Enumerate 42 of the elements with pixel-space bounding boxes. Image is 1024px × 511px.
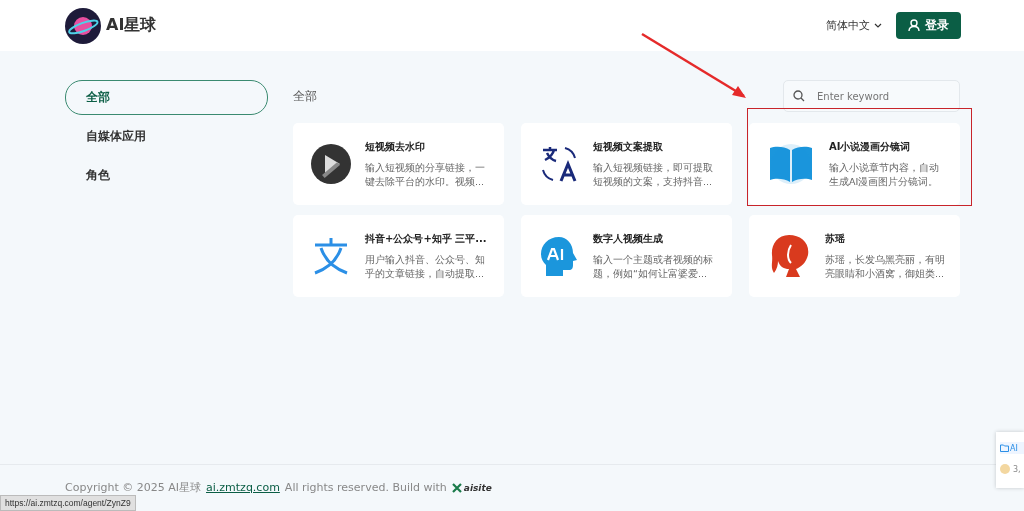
planet-logo-icon [65,7,101,44]
translate-icon [539,144,579,184]
card-description: 输入一个主题或者视频的标题，例如“如何让富婆爱... [593,252,714,281]
card-description: 输入小说章节内容，自动生成AI漫画图片分镜词。 [829,160,940,189]
card-title: 短视频文案提取 [593,139,664,154]
app-card[interactable]: 短视频去水印 输入短视频的分享链接，一键去除平台的水印。视频... [293,123,504,205]
x-logo-icon [451,482,462,493]
card-title: 数字人视频生成 [593,231,664,246]
sidebar-item[interactable]: 角色 [65,158,268,193]
card-title: 短视频去水印 [365,139,426,154]
login-button[interactable]: 登录 [896,12,961,39]
status-url: https://ai.zmtzq.com/agent/ZynZ9 [0,495,136,511]
card-description: 输入短视频链接，即可提取短视频的文案，支持抖音... [593,160,714,189]
site-link[interactable]: ai.zmtzq.com [206,481,280,494]
app-card[interactable]: 短视频文案提取 输入短视频链接，即可提取短视频的文案，支持抖音... [521,123,732,205]
section-heading: 全部 [293,87,317,105]
avatar-icon [1000,464,1010,474]
card-description: 用户输入抖音、公众号、知乎的文章链接，自动提取... [365,252,486,281]
logo-text[interactable]: AI星球 [106,15,157,36]
sidebar-item[interactable]: 自媒体应用 [65,119,268,154]
app-card[interactable]: 抖音+公众号+知乎 三平... 用户输入抖音、公众号、知乎的文章链接，自动提取... [293,215,504,297]
brand-text: aisite [463,482,492,493]
play-stamp-icon [311,144,351,184]
chevron-down-icon [874,22,882,29]
card-description: 苏瑶，长发乌黑亮丽，有明亮眼睛和小酒窝，御姐类... [825,252,946,281]
rights-text: All rights reserved. Build with [284,481,447,494]
app-card[interactable]: AI小说漫画分镜词 输入小说章节内容，自动生成AI漫画图片分镜词。 [749,123,960,205]
card-title: 苏瑶 [825,231,846,246]
ai-head-icon [539,235,579,277]
sidebar-item[interactable]: 全部 [65,80,268,115]
language-selector[interactable]: 简体中文 [826,18,882,33]
app-card[interactable]: 数字人视频生成 输入一个主题或者视频的标题，例如“如何让富婆爱... [521,215,732,297]
folder-icon [1000,444,1009,452]
user-icon [908,19,920,32]
copyright-text: Copyright © 2025 AI星球 [65,480,201,495]
card-title: 抖音+公众号+知乎 三平... [365,231,488,246]
view-count: 3, [1013,464,1021,474]
search-field[interactable]: Enter keyword [783,80,960,112]
card-title: AI小说漫画分镜词 [829,139,912,154]
app-card[interactable]: 苏瑶 苏瑶，长发乌黑亮丽，有明亮眼睛和小酒窝，御姐类... [749,215,960,297]
card-description: 输入短视频的分享链接，一键去除平台的水印。视频... [365,160,486,189]
book-icon [767,144,815,184]
